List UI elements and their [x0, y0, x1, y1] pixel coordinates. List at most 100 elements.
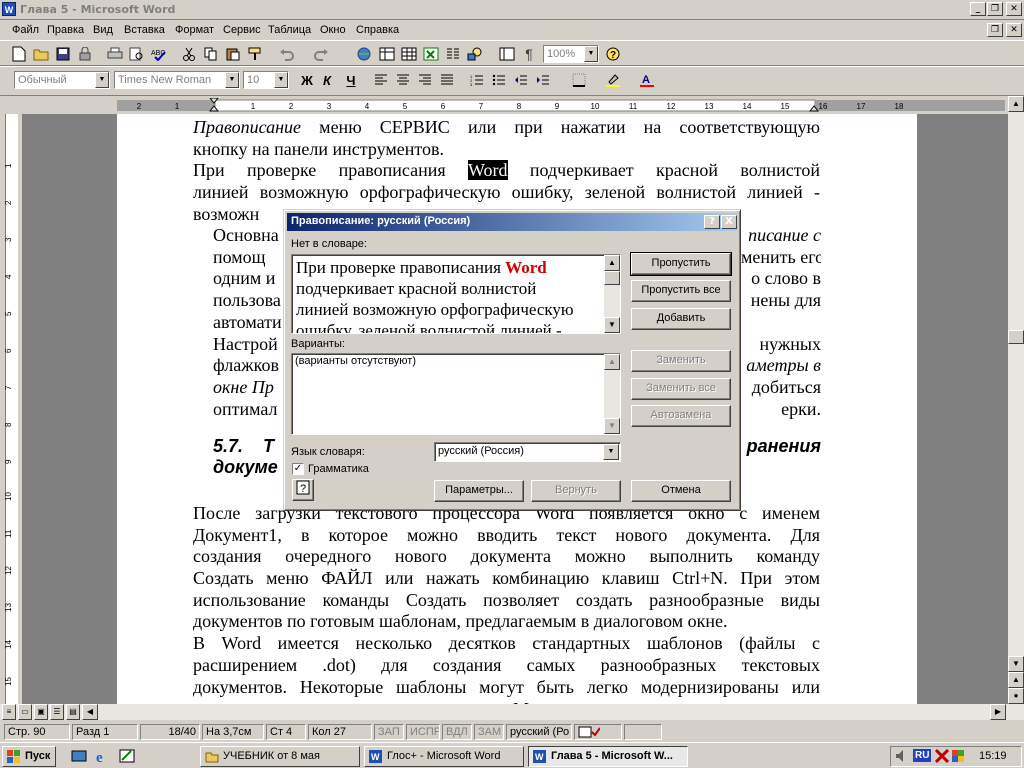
menu-window[interactable]: Окно [320, 24, 346, 36]
menu-view[interactable]: Вид [93, 24, 113, 36]
dialog-help-button[interactable]: ? [704, 215, 720, 229]
permission-icon[interactable] [76, 45, 94, 63]
volume-icon[interactable] [895, 749, 909, 766]
suggestions-scrollbar[interactable]: ▲ ▼ [604, 354, 620, 434]
paste-icon[interactable] [224, 45, 242, 63]
ie-icon[interactable]: e [94, 747, 112, 765]
office-assistant-button[interactable]: ? [292, 479, 314, 501]
language-indicator[interactable]: RU [913, 749, 932, 762]
redo-icon[interactable] [312, 45, 330, 63]
save-icon[interactable] [54, 45, 72, 63]
dialog-scroll-up-icon[interactable]: ▲ [604, 255, 620, 271]
font-size-select[interactable]: 10 ▼ [243, 71, 289, 89]
suggestions-list[interactable]: (варианты отсутствуют) ▲ ▼ [291, 353, 621, 435]
scroll-up-arrow-icon[interactable]: ▲ [1008, 96, 1024, 112]
print-icon[interactable] [106, 45, 124, 63]
underline-button[interactable]: Ч [342, 71, 360, 89]
menu-help[interactable]: Справка [356, 24, 399, 36]
cut-icon[interactable] [180, 45, 198, 63]
tray-app-icon[interactable] [951, 749, 965, 766]
replace-button[interactable]: Заменить [631, 350, 731, 372]
align-left-icon[interactable] [372, 71, 390, 89]
doc-close-button[interactable]: ✕ [1006, 23, 1022, 37]
menu-table[interactable]: Таблица [268, 24, 311, 36]
help-assistant-icon[interactable]: ? [604, 45, 622, 63]
replace-all-button[interactable]: Заменить все [631, 378, 731, 400]
start-button[interactable]: Пуск [2, 746, 56, 767]
menu-insert[interactable]: Вставка [124, 24, 165, 36]
hyperlink-icon[interactable] [356, 45, 374, 63]
insert-excel-icon[interactable] [422, 45, 440, 63]
browse-object-icon[interactable]: ● [1008, 688, 1024, 704]
bold-button[interactable]: Ж [298, 71, 316, 89]
document-map-icon[interactable] [498, 45, 516, 63]
align-right-icon[interactable] [416, 71, 434, 89]
horizontal-scrollbar[interactable]: ≡ ▭ ▣ ☰ ▤ ◀ ▶ [0, 704, 1024, 720]
suggestions-scroll-down-icon[interactable]: ▼ [604, 418, 620, 434]
drawing-icon[interactable] [466, 45, 484, 63]
doc-restore-button[interactable]: ❐ [987, 23, 1003, 37]
print-layout-icon[interactable]: ▣ [34, 704, 48, 720]
open-folder-icon[interactable] [32, 45, 50, 63]
copy-icon[interactable] [202, 45, 220, 63]
skip-button[interactable]: Пропустить [630, 252, 732, 276]
scroll-thumb[interactable] [1008, 330, 1024, 344]
menu-edit[interactable]: Правка [47, 24, 84, 36]
spelling-status-icon[interactable] [574, 724, 622, 740]
status-overtype[interactable]: ЗАМ [474, 724, 504, 740]
undo-icon[interactable] [278, 45, 296, 63]
align-center-icon[interactable] [394, 71, 412, 89]
menu-tools[interactable]: Сервис [223, 24, 261, 36]
task-glos-word[interactable]: W Глос+ - Microsoft Word [364, 746, 524, 767]
restore-button[interactable]: ❐ [987, 2, 1003, 16]
tables-borders-icon[interactable] [378, 45, 396, 63]
print-preview-icon[interactable] [128, 45, 146, 63]
add-button[interactable]: Добавить [631, 308, 731, 330]
close-window-button[interactable]: ✕ [1006, 2, 1022, 16]
options-button[interactable]: Параметры... [434, 480, 524, 502]
desktop-icon[interactable] [70, 747, 88, 765]
numbering-icon[interactable]: 123 [468, 71, 486, 89]
prev-page-icon[interactable]: ▲ [1008, 672, 1024, 688]
bullets-icon[interactable] [490, 71, 508, 89]
scroll-right-arrow-icon[interactable]: ▶ [990, 704, 1006, 720]
minimize-button[interactable]: _ [970, 2, 986, 16]
justify-icon[interactable] [438, 71, 456, 89]
quicklaunch-icon[interactable] [118, 747, 136, 765]
reading-view-icon[interactable]: ▤ [66, 704, 80, 720]
menu-file[interactable]: Файл [12, 24, 39, 36]
skip-all-button[interactable]: Пропустить все [631, 280, 731, 302]
undo-button[interactable]: Вернуть [531, 480, 621, 502]
format-painter-icon[interactable] [246, 45, 264, 63]
task-textbook-folder[interactable]: УЧЕБНИК от 8 мая [200, 746, 360, 767]
outline-view-icon[interactable]: ☰ [50, 704, 64, 720]
dialog-scroll-thumb[interactable] [604, 271, 620, 285]
status-extend[interactable]: ВДЛ [442, 724, 472, 740]
dialog-title-bar[interactable]: Правописание: русский (Россия) ? X [287, 213, 737, 231]
scroll-down-arrow-icon[interactable]: ▼ [1008, 656, 1024, 672]
word-app-icon[interactable]: W [2, 2, 16, 16]
cancel-button[interactable]: Отмена [631, 480, 731, 502]
spelling-icon[interactable]: ABC [150, 45, 168, 63]
font-select[interactable]: Times New Roman ▼ [114, 71, 240, 89]
style-select[interactable]: Обычный ▼ [14, 71, 110, 89]
decrease-indent-icon[interactable] [512, 71, 530, 89]
menu-format[interactable]: Формат [175, 24, 214, 36]
not-in-dictionary-box[interactable]: При проверке правописания Word подчеркив… [291, 254, 621, 334]
highlight-icon[interactable] [604, 71, 622, 89]
dialog-scroll-down-icon[interactable]: ▼ [604, 317, 620, 333]
task-glava5-word[interactable]: W Глава 5 - Microsoft W... [528, 746, 688, 767]
new-document-icon[interactable] [10, 45, 28, 63]
grammar-checkbox[interactable]: ✓ [292, 463, 304, 475]
font-color-icon[interactable]: A [638, 71, 656, 89]
autocorrect-button[interactable]: Автозамена [631, 405, 731, 427]
dictionary-language-select[interactable]: русский (Россия) ▼ [434, 442, 621, 462]
suggestions-scroll-up-icon[interactable]: ▲ [604, 354, 620, 370]
increase-indent-icon[interactable] [534, 71, 552, 89]
insert-table-icon[interactable] [400, 45, 418, 63]
zoom-select[interactable]: 100% ▼ [543, 45, 599, 63]
web-view-icon[interactable]: ▭ [18, 704, 32, 720]
status-rec[interactable]: ЗАП [374, 724, 404, 740]
dialog-close-button[interactable]: X [721, 215, 737, 229]
vertical-scrollbar[interactable]: ▲ ▼ ▲ ● [1008, 96, 1024, 704]
